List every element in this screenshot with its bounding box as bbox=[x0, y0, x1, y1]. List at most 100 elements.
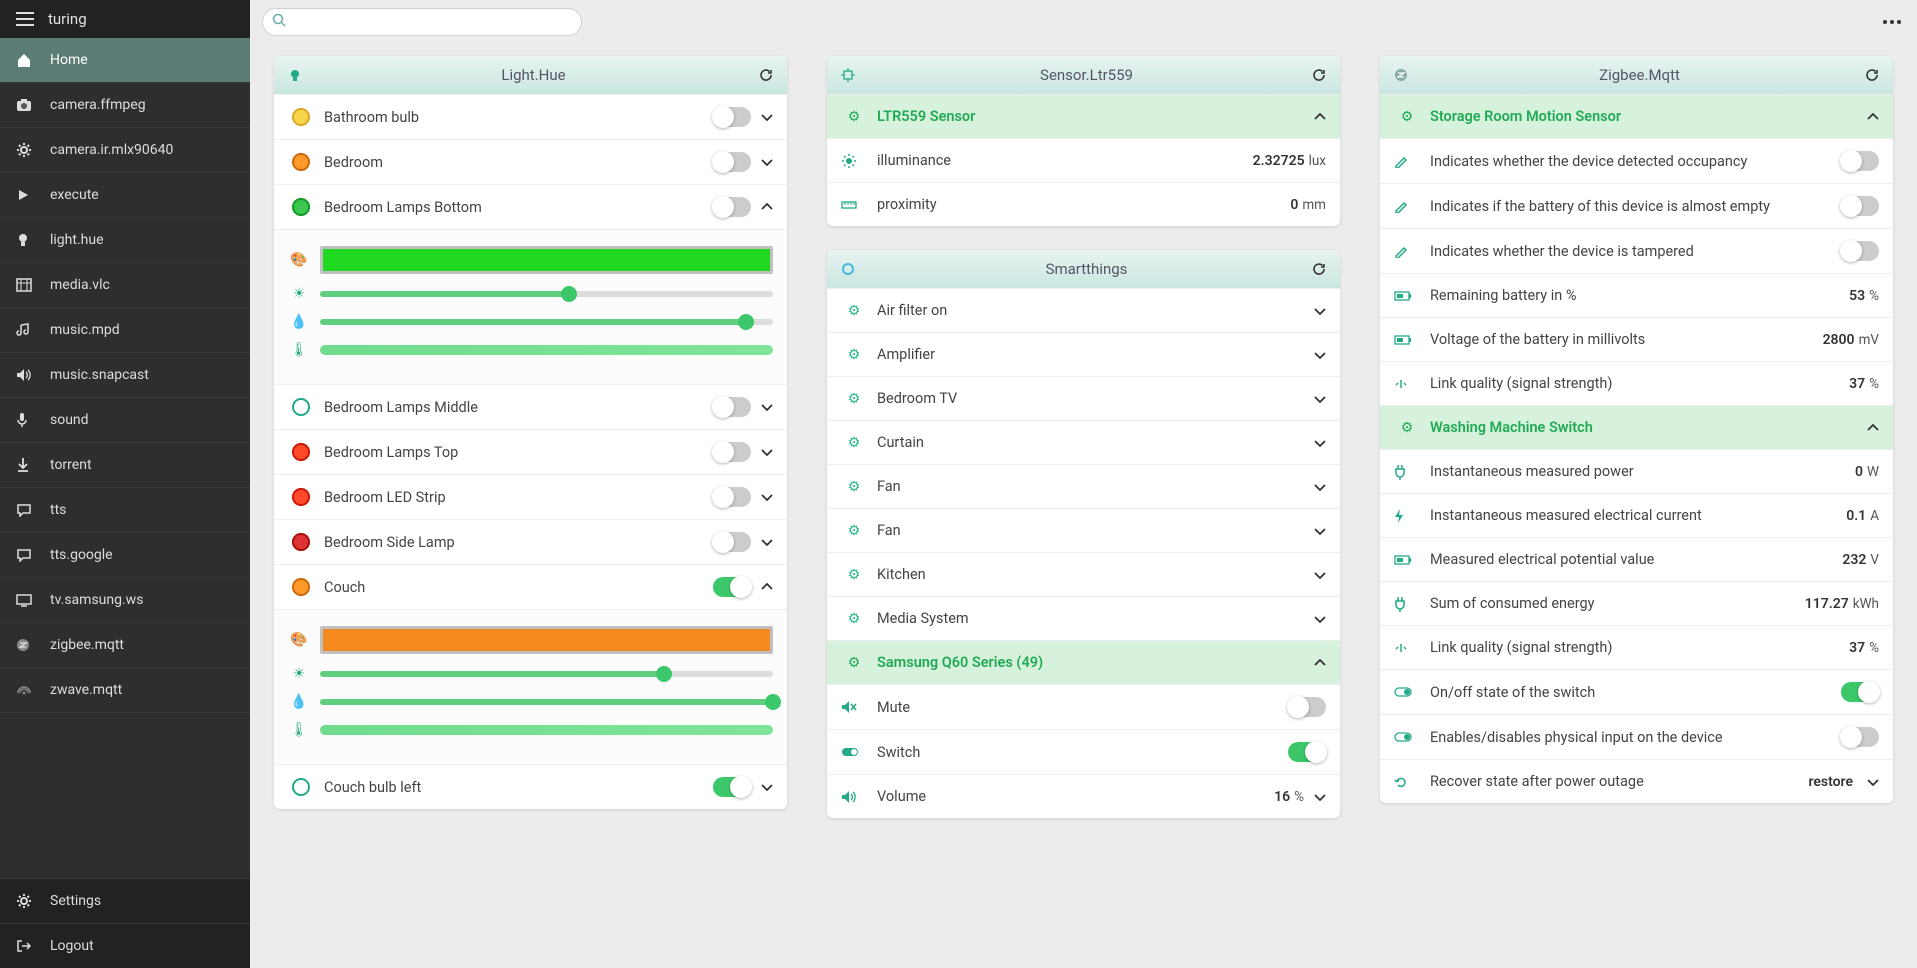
smartthings-row[interactable]: ⚙Curtain bbox=[827, 420, 1340, 464]
pencil-icon bbox=[1394, 154, 1420, 168]
sidebar-item-settings[interactable]: Settings bbox=[0, 878, 250, 923]
chevron-down-icon[interactable] bbox=[1314, 571, 1326, 579]
samsung-switch-row: Switch bbox=[827, 729, 1340, 774]
more-menu-icon[interactable] bbox=[1879, 16, 1905, 28]
chevron-up-icon[interactable] bbox=[1867, 113, 1879, 121]
smartthings-row[interactable]: ⚙Amplifier bbox=[827, 332, 1340, 376]
device-label: Fan bbox=[877, 478, 1304, 495]
zigbee-section[interactable]: ⚙Washing Machine Switch bbox=[1380, 405, 1893, 449]
slider[interactable] bbox=[320, 345, 773, 355]
sidebar-item-camera-ffmpeg[interactable]: camera.ffmpeg bbox=[0, 83, 250, 128]
sidebar-item-tv-samsung-ws[interactable]: tv.samsung.ws bbox=[0, 578, 250, 623]
sidebar-item-camera-ir-mlx90640[interactable]: camera.ir.mlx90640 bbox=[0, 128, 250, 173]
dropdown-value[interactable]: restore bbox=[1808, 774, 1853, 790]
samsung-section[interactable]: ⚙Samsung Q60 Series (49) bbox=[827, 640, 1340, 684]
slider[interactable] bbox=[320, 725, 773, 735]
toggle-switch[interactable] bbox=[1841, 241, 1879, 261]
sensor-value: 0 bbox=[1290, 197, 1298, 213]
toggle-switch[interactable] bbox=[713, 107, 751, 127]
chevron-down-icon[interactable] bbox=[761, 493, 773, 501]
toggle-switch[interactable] bbox=[713, 577, 751, 597]
chevron-down-icon[interactable] bbox=[761, 783, 773, 791]
sidebar-item-logout[interactable]: Logout bbox=[0, 923, 250, 968]
toggle-switch[interactable] bbox=[1288, 697, 1326, 717]
sidebar-item-tts[interactable]: tts bbox=[0, 488, 250, 533]
toggle-switch[interactable] bbox=[713, 152, 751, 172]
music-icon bbox=[16, 323, 38, 337]
smartthings-row[interactable]: ⚙Kitchen bbox=[827, 552, 1340, 596]
chevron-down-icon[interactable] bbox=[761, 538, 773, 546]
chevron-up-icon[interactable] bbox=[761, 583, 773, 591]
pencil-icon bbox=[1394, 199, 1420, 213]
sidebar-item-Home[interactable]: Home bbox=[0, 38, 250, 83]
sidebar-item-media-vlc[interactable]: media.vlc bbox=[0, 263, 250, 308]
chevron-down-icon[interactable] bbox=[1314, 483, 1326, 491]
smartthings-row[interactable]: ⚙Media System bbox=[827, 596, 1340, 640]
chevron-down-icon[interactable] bbox=[1314, 351, 1326, 359]
menu-icon[interactable] bbox=[16, 12, 34, 26]
chevron-up-icon[interactable] bbox=[1867, 424, 1879, 432]
panel-zigbee: Zigbee.Mqtt ⚙Storage Room Motion SensorI… bbox=[1380, 56, 1893, 803]
refresh-icon[interactable] bbox=[1865, 68, 1879, 82]
color-swatch[interactable] bbox=[320, 246, 773, 274]
sidebar-item-torrent[interactable]: torrent bbox=[0, 443, 250, 488]
toggle-switch[interactable] bbox=[1288, 742, 1326, 762]
toggle-switch[interactable] bbox=[1841, 151, 1879, 171]
toggle-switch[interactable] bbox=[1841, 727, 1879, 747]
search-input[interactable] bbox=[262, 8, 582, 36]
device-label: Media System bbox=[877, 610, 1304, 627]
chevron-up-icon[interactable] bbox=[1314, 113, 1326, 121]
sidebar-item-zwave-mqtt[interactable]: zwave.mqtt bbox=[0, 668, 250, 713]
smartthings-row[interactable]: ⚙Fan bbox=[827, 508, 1340, 552]
toggle-switch[interactable] bbox=[713, 197, 751, 217]
chevron-down-icon[interactable] bbox=[761, 158, 773, 166]
smartthings-row[interactable]: ⚙Fan bbox=[827, 464, 1340, 508]
sidebar-item-light-hue[interactable]: light.hue bbox=[0, 218, 250, 263]
samsung-volume-row: Volume16 % bbox=[827, 774, 1340, 818]
sidebar-item-tts-google[interactable]: tts.google bbox=[0, 533, 250, 578]
sidebar-item-music-snapcast[interactable]: music.snapcast bbox=[0, 353, 250, 398]
toggle-switch[interactable] bbox=[1841, 196, 1879, 216]
zigbee-icon bbox=[16, 638, 38, 652]
slider[interactable] bbox=[320, 319, 773, 325]
battery-icon bbox=[1394, 335, 1420, 345]
smartthings-row[interactable]: ⚙Bedroom TV bbox=[827, 376, 1340, 420]
toggle-switch[interactable] bbox=[713, 397, 751, 417]
chevron-up-icon[interactable] bbox=[1314, 659, 1326, 667]
sidebar-item-zigbee-mqtt[interactable]: zigbee.mqtt bbox=[0, 623, 250, 668]
toggle-switch[interactable] bbox=[1841, 682, 1879, 702]
chevron-down-icon[interactable] bbox=[1314, 527, 1326, 535]
chevron-down-icon[interactable] bbox=[761, 448, 773, 456]
sidebar-item-sound[interactable]: sound bbox=[0, 398, 250, 443]
toggle-switch[interactable] bbox=[713, 777, 751, 797]
toggle-switch[interactable] bbox=[713, 487, 751, 507]
slider[interactable] bbox=[320, 699, 773, 705]
chevron-down-icon[interactable] bbox=[1867, 778, 1879, 786]
smartthings-row[interactable]: ⚙Air filter on bbox=[827, 288, 1340, 332]
gear-icon: ⚙ bbox=[841, 435, 867, 451]
color-swatch[interactable] bbox=[320, 626, 773, 654]
chevron-down-icon[interactable] bbox=[761, 113, 773, 121]
chevron-down-icon[interactable] bbox=[1314, 793, 1326, 801]
refresh-icon[interactable] bbox=[1312, 68, 1326, 82]
refresh-icon[interactable] bbox=[1312, 262, 1326, 276]
chevron-up-icon[interactable] bbox=[761, 203, 773, 211]
slider[interactable] bbox=[320, 671, 773, 677]
sidebar-item-music-mpd[interactable]: music.mpd bbox=[0, 308, 250, 353]
chevron-down-icon[interactable] bbox=[761, 403, 773, 411]
torrent-icon bbox=[16, 457, 38, 473]
chevron-down-icon[interactable] bbox=[1314, 307, 1326, 315]
tv-icon bbox=[16, 593, 38, 607]
sidebar-item-execute[interactable]: execute bbox=[0, 173, 250, 218]
toggle-switch[interactable] bbox=[713, 532, 751, 552]
bulb-icon bbox=[288, 153, 314, 171]
chevron-down-icon[interactable] bbox=[1314, 615, 1326, 623]
toggle-switch[interactable] bbox=[713, 442, 751, 462]
signal-icon bbox=[1394, 377, 1420, 391]
slider[interactable] bbox=[320, 291, 773, 297]
zigbee-section[interactable]: ⚙Storage Room Motion Sensor bbox=[1380, 94, 1893, 138]
chevron-down-icon[interactable] bbox=[1314, 439, 1326, 447]
chevron-down-icon[interactable] bbox=[1314, 395, 1326, 403]
refresh-icon[interactable] bbox=[759, 68, 773, 82]
sensor-section[interactable]: ⚙ LTR559 Sensor bbox=[827, 94, 1340, 138]
